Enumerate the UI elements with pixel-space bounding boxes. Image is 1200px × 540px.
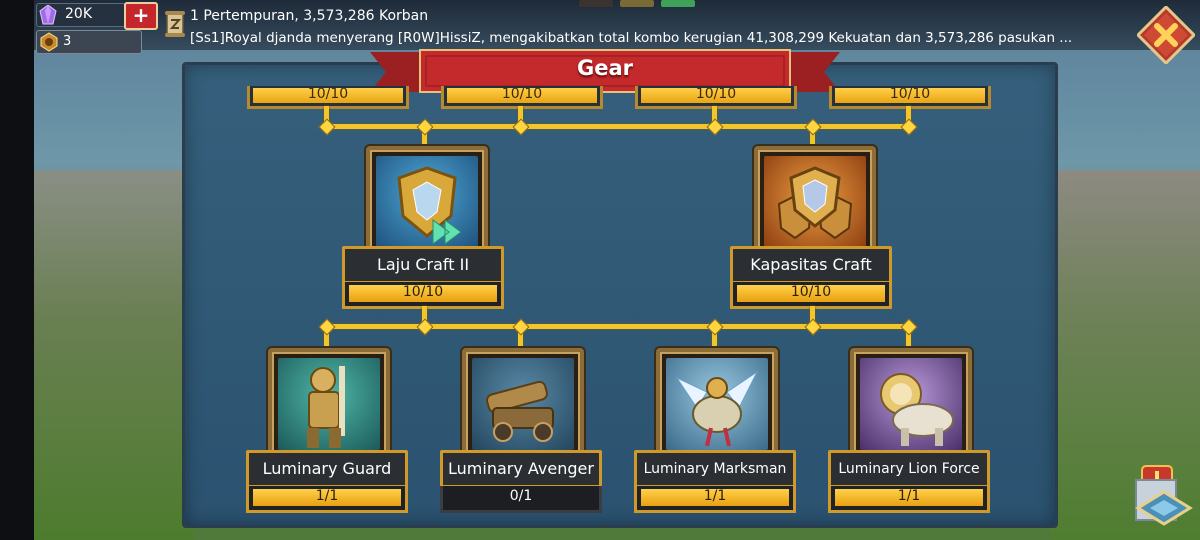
research-frame[interactable] <box>462 348 584 460</box>
gem-counter: 20K <box>36 3 126 27</box>
knight-icon <box>307 366 345 448</box>
page-title: Gear <box>576 56 633 80</box>
siege-cannon-icon <box>486 380 554 442</box>
gem-amount: 20K <box>65 6 92 22</box>
research-progress-bar: 1/1 <box>634 486 796 513</box>
research-frame[interactable] <box>366 146 488 260</box>
connector <box>324 124 911 129</box>
gem-icon <box>39 5 57 25</box>
gear-token-icon <box>40 32 58 52</box>
research-progress-bar: 0/1 <box>440 486 602 513</box>
research-progress-text: 1/1 <box>897 488 921 504</box>
griffin-rider-icon <box>675 370 759 447</box>
research-progress-text: 1/1 <box>703 488 727 504</box>
research-frame[interactable] <box>850 348 972 460</box>
news-headline[interactable]: 1 Pertempuran, 3,573,286 Korban <box>190 8 428 24</box>
research-progress-text: 1/1 <box>315 488 339 504</box>
research-name: Luminary Guard <box>246 450 408 488</box>
kingdom-map-icon[interactable] <box>1128 470 1200 540</box>
token-amount: 3 <box>63 34 72 49</box>
shield-speed-icon <box>397 166 462 245</box>
close-button[interactable] <box>1137 6 1195 64</box>
lion-icon <box>880 373 954 446</box>
scroll-icon[interactable] <box>164 10 186 38</box>
background-scenery-left <box>34 170 194 540</box>
news-detail[interactable]: [Ss1]Royal djanda menyerang [R0W]HissiZ,… <box>190 30 1072 46</box>
research-progress-text: 10/10 <box>402 284 444 300</box>
research-progress-bar: 1/1 <box>246 486 408 513</box>
connector <box>324 324 911 329</box>
research-progress-text: 10/10 <box>790 284 832 300</box>
research-name: Kapasitas Craft <box>730 246 892 284</box>
research-name: Luminary Avenger <box>440 450 602 488</box>
research-progress-bar: 10/10 <box>730 282 892 309</box>
research-frame[interactable] <box>754 146 876 260</box>
shield-capacity-icon <box>777 166 853 240</box>
research-frame[interactable] <box>268 348 390 460</box>
research-name: Luminary Lion Force <box>828 450 990 488</box>
page-indicator-1 <box>579 0 613 7</box>
add-gems-button[interactable]: + <box>124 2 158 30</box>
token-counter: 3 <box>36 30 142 54</box>
left-black-bar <box>0 0 34 540</box>
research-name: Luminary Marksman <box>634 450 796 488</box>
research-name: Laju Craft II <box>342 246 504 284</box>
page-indicator-3 <box>661 0 695 7</box>
research-frame[interactable] <box>656 348 778 460</box>
page-indicator-2 <box>620 0 654 7</box>
research-progress-bar: 10/10 <box>342 282 504 309</box>
research-progress-text: 0/1 <box>509 488 533 504</box>
research-progress-bar: 1/1 <box>828 486 990 513</box>
